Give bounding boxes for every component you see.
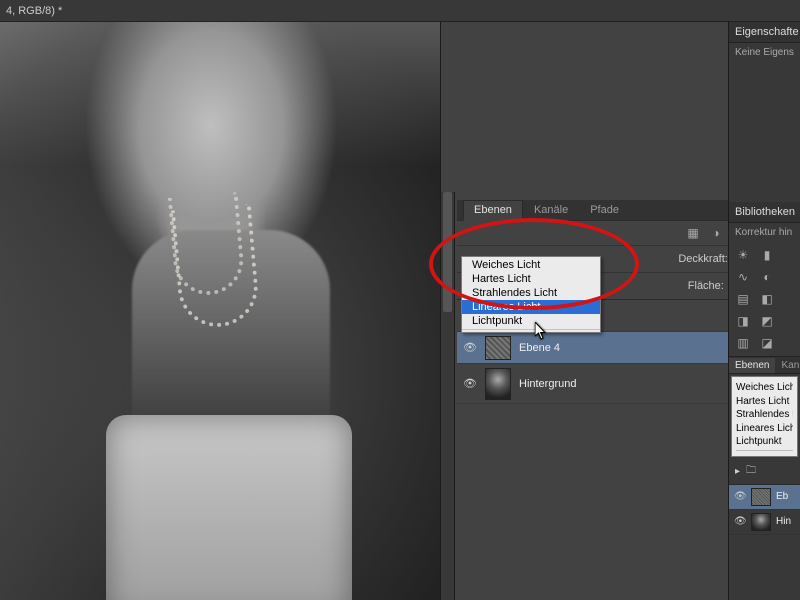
blend-mode-dropdown[interactable]: Weiches Licht Hartes Licht Strahlendes L… xyxy=(461,256,601,333)
mini-blend-dropdown[interactable]: Weiches Licht Hartes Licht Strahlendes L… xyxy=(731,376,798,457)
properties-panel-title[interactable]: Eigenschafte xyxy=(729,22,800,43)
layer-thumbnail[interactable] xyxy=(485,368,511,400)
blend-option-linear-light[interactable]: Lineares Licht xyxy=(462,300,600,314)
disclosure-arrow-icon[interactable]: ▸ xyxy=(735,466,740,477)
blend-option-hard-light[interactable]: Hartes Licht xyxy=(462,272,600,286)
opacity-label: Deckkraft: xyxy=(678,253,728,265)
menu-separator xyxy=(462,329,600,330)
mini-tab-channels[interactable]: Kan xyxy=(775,358,800,373)
blend-option-soft-light[interactable]: Weiches Licht xyxy=(462,258,600,272)
menu-separator xyxy=(736,450,793,451)
invert-icon[interactable]: ◪ xyxy=(759,336,775,350)
mini-layer-row[interactable]: 👁 Hin xyxy=(729,510,800,535)
adjustment-icon-grid: ☀ ▮ ∿ ◐ ▤ ◧ ◨ ◩ ▥ ◪ xyxy=(729,242,800,356)
exposure-icon[interactable]: ◐ xyxy=(759,270,775,284)
scrollbar-thumb[interactable] xyxy=(443,192,452,312)
blend-option-pin-light[interactable]: Lichtpunkt xyxy=(462,314,600,328)
levels-icon[interactable]: ▮ xyxy=(759,248,775,262)
blend-option-vivid-light[interactable]: Strahlendes Licht xyxy=(736,408,793,422)
libraries-panel-title[interactable]: Bibliotheken xyxy=(729,202,800,223)
filter-pixel-icon[interactable]: ▦ xyxy=(686,226,700,240)
layer-name[interactable]: Hin xyxy=(776,516,791,527)
visibility-toggle-icon[interactable]: 👁 xyxy=(734,516,746,527)
tab-layers[interactable]: Ebenen xyxy=(463,200,523,221)
blend-option-vivid-light[interactable]: Strahlendes Licht xyxy=(462,286,600,300)
vibrance-icon[interactable]: ▤ xyxy=(735,292,751,306)
layer-thumbnail[interactable] xyxy=(751,513,771,531)
visibility-toggle-icon[interactable]: 👁 xyxy=(463,377,477,391)
curves-icon[interactable]: ∿ xyxy=(735,270,751,284)
visibility-toggle-icon[interactable]: 👁 xyxy=(734,491,746,502)
properties-placeholder: Keine Eigens xyxy=(729,43,800,62)
mini-layer-list: 👁 Eb 👁 Hin xyxy=(729,485,800,535)
filter-adjust-icon[interactable]: ◑ xyxy=(709,226,723,240)
document-title: 4, RGB/8) * xyxy=(0,0,800,22)
folder-icon: 🗀 xyxy=(746,463,756,480)
blend-option-hard-light[interactable]: Hartes Licht xyxy=(736,395,793,409)
fill-label: Fläche: xyxy=(688,280,724,292)
layer-name[interactable]: Eb xyxy=(776,491,788,502)
photo-filter-icon[interactable]: ◩ xyxy=(759,314,775,328)
document-preview xyxy=(0,22,440,600)
bw-icon[interactable]: ◨ xyxy=(735,314,751,328)
vertical-scrollbar[interactable] xyxy=(441,192,455,600)
tab-channels[interactable]: Kanäle xyxy=(523,200,579,220)
visibility-toggle-icon[interactable]: 👁 xyxy=(463,341,477,355)
hue-icon[interactable]: ◧ xyxy=(759,292,775,306)
canvas[interactable] xyxy=(0,22,440,600)
layer-thumbnail[interactable] xyxy=(751,488,771,506)
mini-tab-layers[interactable]: Ebenen xyxy=(729,358,775,373)
blend-option-linear-light[interactable]: Lineares Licht xyxy=(736,422,793,436)
lut-icon[interactable]: ▥ xyxy=(735,336,751,350)
brightness-icon[interactable]: ☀ xyxy=(735,248,751,262)
blend-option-soft-light[interactable]: Weiches Licht xyxy=(736,381,793,395)
adjustments-label: Korrektur hin xyxy=(729,223,800,242)
blend-option-pin-light[interactable]: Lichtpunkt xyxy=(736,435,793,449)
tab-paths[interactable]: Pfade xyxy=(579,200,630,220)
layer-thumbnail[interactable] xyxy=(485,336,511,360)
mini-layer-row-selected[interactable]: 👁 Eb xyxy=(729,485,800,510)
